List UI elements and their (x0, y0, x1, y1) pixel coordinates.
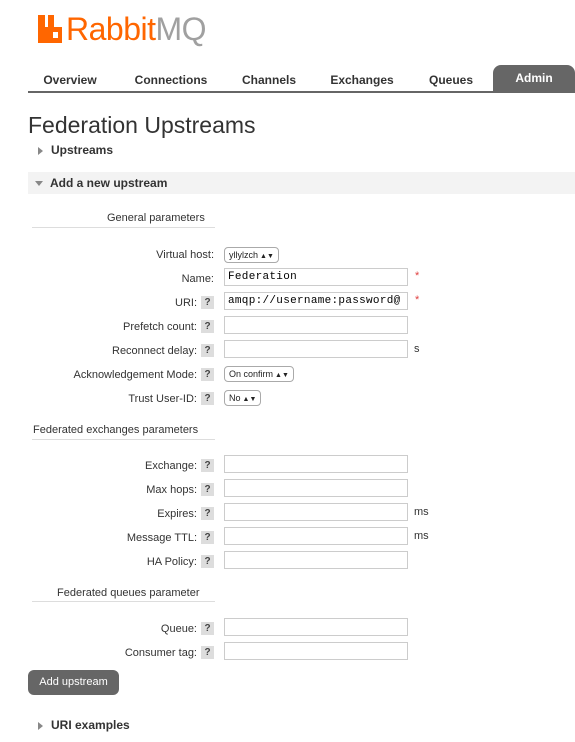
max-hops-input[interactable] (224, 479, 408, 497)
prefetch-count-label: Prefetch count: (123, 321, 197, 333)
ack-mode-select[interactable]: On confirm ▲▼ (224, 366, 294, 382)
trust-user-id-label: Trust User-ID: (128, 393, 197, 405)
trust-user-id-help-icon[interactable]: ? (201, 392, 214, 405)
trust-user-id-select[interactable]: No ▲▼ (224, 390, 262, 406)
max-hops-label: Max hops: (146, 484, 197, 496)
tab-connections[interactable]: Connections (122, 69, 220, 91)
consumer-tag-label: Consumer tag: (124, 647, 197, 659)
expires-input[interactable] (224, 503, 408, 521)
tab-exchanges[interactable]: Exchanges (318, 69, 406, 91)
uri-required-mark: * (415, 294, 420, 306)
virtual-host-value: yllylzch (229, 250, 259, 260)
expires-unit: ms (414, 506, 429, 518)
uri-help-icon[interactable]: ? (201, 296, 214, 309)
virtual-host-label: Virtual host: (156, 249, 214, 261)
consumer-tag-input[interactable] (224, 642, 408, 660)
section-uri-examples-toggle[interactable]: URI examples (28, 714, 575, 736)
group-title-general: General parameters (107, 212, 205, 224)
ha-policy-help-icon[interactable]: ? (201, 555, 214, 568)
logo-text-mq: MQ (155, 11, 207, 47)
message-ttl-help-icon[interactable]: ? (201, 531, 214, 544)
reconnect-delay-unit: s (414, 343, 420, 355)
ack-mode-help-icon[interactable]: ? (201, 368, 214, 381)
reconnect-delay-help-icon[interactable]: ? (201, 344, 214, 357)
ack-mode-label: Acknowledgement Mode: (73, 369, 197, 381)
trust-user-id-value: No (229, 393, 241, 403)
message-ttl-label: Message TTL: (126, 532, 197, 544)
page-title: Federation Upstreams (28, 112, 256, 138)
expires-help-icon[interactable]: ? (201, 507, 214, 520)
rabbitmq-logo-icon (38, 15, 62, 43)
expand-arrow-icon (38, 721, 43, 730)
expires-label: Expires: (157, 508, 197, 520)
exchange-label: Exchange: (145, 460, 197, 472)
tab-channels[interactable]: Channels (230, 69, 308, 91)
section-add-upstream-label: Add a new upstream (50, 176, 168, 190)
select-arrows-icon: ▲▼ (260, 253, 274, 260)
tab-admin[interactable]: Admin (493, 65, 575, 91)
exchange-help-icon[interactable]: ? (201, 459, 214, 472)
uri-input[interactable] (224, 292, 408, 310)
message-ttl-unit: ms (414, 530, 429, 542)
add-upstream-button[interactable]: Add upstream (28, 670, 119, 695)
name-label: Name: (181, 273, 214, 285)
tab-queues[interactable]: Queues (416, 69, 486, 91)
name-input[interactable] (224, 268, 408, 286)
queue-label: Queue: (160, 623, 197, 635)
name-required-mark: * (415, 270, 420, 282)
reconnect-delay-input[interactable] (224, 340, 408, 358)
prefetch-count-input[interactable] (224, 316, 408, 334)
group-divider (32, 601, 215, 602)
section-add-upstream-toggle[interactable]: Add a new upstream (28, 172, 575, 194)
virtual-host-select[interactable]: yllylzch ▲▼ (224, 247, 279, 263)
logo-text-rabbit: Rabbit (66, 11, 156, 47)
group-divider (32, 227, 215, 228)
max-hops-help-icon[interactable]: ? (201, 483, 214, 496)
uri-label: URI: (175, 297, 197, 309)
queue-input[interactable] (224, 618, 408, 636)
tab-overview[interactable]: Overview (28, 69, 112, 91)
queue-help-icon[interactable]: ? (201, 622, 214, 635)
reconnect-delay-label: Reconnect delay: (112, 345, 197, 357)
rabbitmq-logo: RabbitMQ (38, 11, 207, 47)
group-divider (32, 439, 215, 440)
expand-arrow-icon (38, 146, 43, 155)
ha-policy-input[interactable] (224, 551, 408, 569)
main-nav-tabs: Overview Connections Channels Exchanges … (28, 65, 575, 93)
section-uri-examples-label: URI examples (51, 718, 130, 732)
section-upstreams-label: Upstreams (51, 143, 114, 157)
select-arrows-icon: ▲▼ (242, 396, 257, 403)
group-title-exchanges: Federated exchanges parameters (33, 424, 199, 436)
consumer-tag-help-icon[interactable]: ? (201, 646, 214, 659)
exchange-input[interactable] (224, 455, 408, 473)
ha-policy-label: HA Policy: (146, 556, 197, 568)
prefetch-count-help-icon[interactable]: ? (201, 320, 214, 333)
message-ttl-input[interactable] (224, 527, 408, 545)
select-arrows-icon: ▲▼ (275, 372, 289, 379)
section-upstreams-toggle[interactable]: Upstreams (28, 139, 575, 161)
ack-mode-value: On confirm (229, 369, 274, 379)
collapse-arrow-icon (35, 181, 43, 187)
group-title-queues: Federated queues parameter (57, 587, 200, 599)
